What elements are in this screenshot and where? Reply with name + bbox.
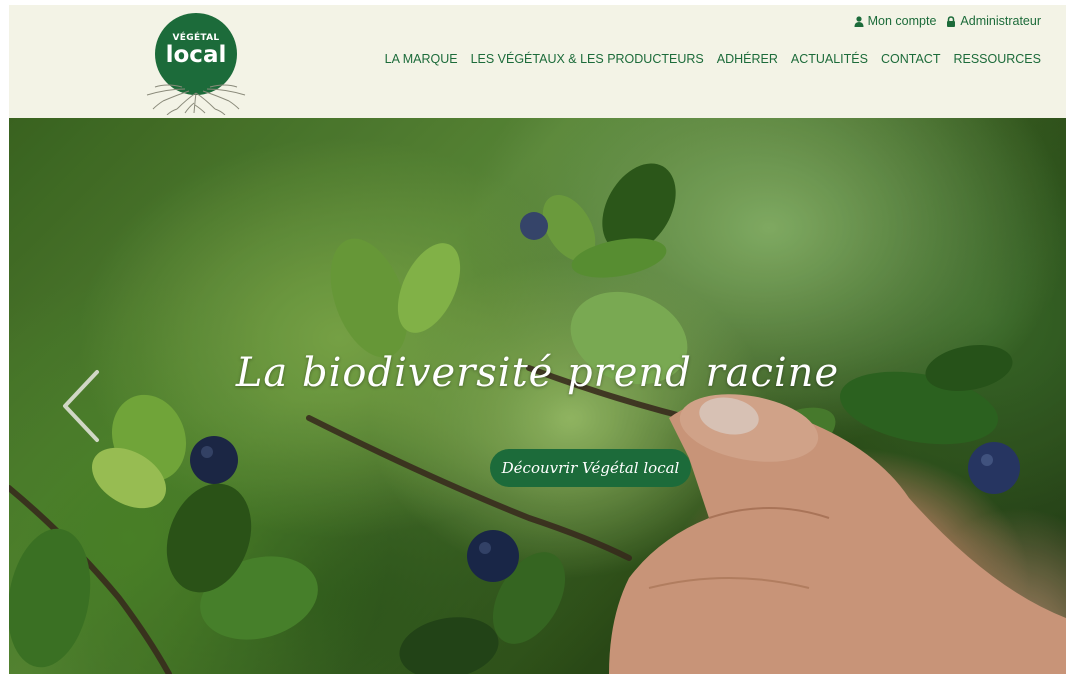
- user-icon: [854, 15, 864, 27]
- site-header: VÉGÉTAL local Mon compte Administrateur …: [9, 5, 1066, 118]
- main-nav: LA MARQUE LES VÉGÉTAUX & LES PRODUCTEURS…: [385, 52, 1041, 66]
- roots-icon: [146, 84, 246, 115]
- hero-image: [9, 118, 1066, 674]
- discover-button[interactable]: Découvrir Végétal local: [490, 449, 691, 487]
- nav-item-adherer[interactable]: ADHÉRER: [717, 52, 778, 66]
- account-link[interactable]: Mon compte: [854, 14, 937, 28]
- nav-item-actualites[interactable]: ACTUALITÉS: [791, 52, 868, 66]
- account-label: Mon compte: [867, 14, 937, 28]
- hero-title: La biodiversité prend racine: [235, 350, 840, 396]
- admin-link[interactable]: Administrateur: [946, 14, 1041, 28]
- page: VÉGÉTAL local Mon compte Administrateur …: [0, 0, 1066, 674]
- admin-label: Administrateur: [960, 14, 1041, 28]
- site-logo[interactable]: VÉGÉTAL local: [137, 11, 255, 115]
- nav-item-vegetaux-producteurs[interactable]: LES VÉGÉTAUX & LES PRODUCTEURS: [471, 52, 704, 66]
- nav-item-la-marque[interactable]: LA MARQUE: [385, 52, 458, 66]
- nav-item-ressources[interactable]: RESSOURCES: [953, 52, 1041, 66]
- utility-links: Mon compte Administrateur: [854, 14, 1041, 28]
- lock-icon: [947, 15, 956, 27]
- nav-item-contact[interactable]: CONTACT: [881, 52, 941, 66]
- hero-slider: La biodiversité prend racine Découvrir V…: [9, 118, 1066, 674]
